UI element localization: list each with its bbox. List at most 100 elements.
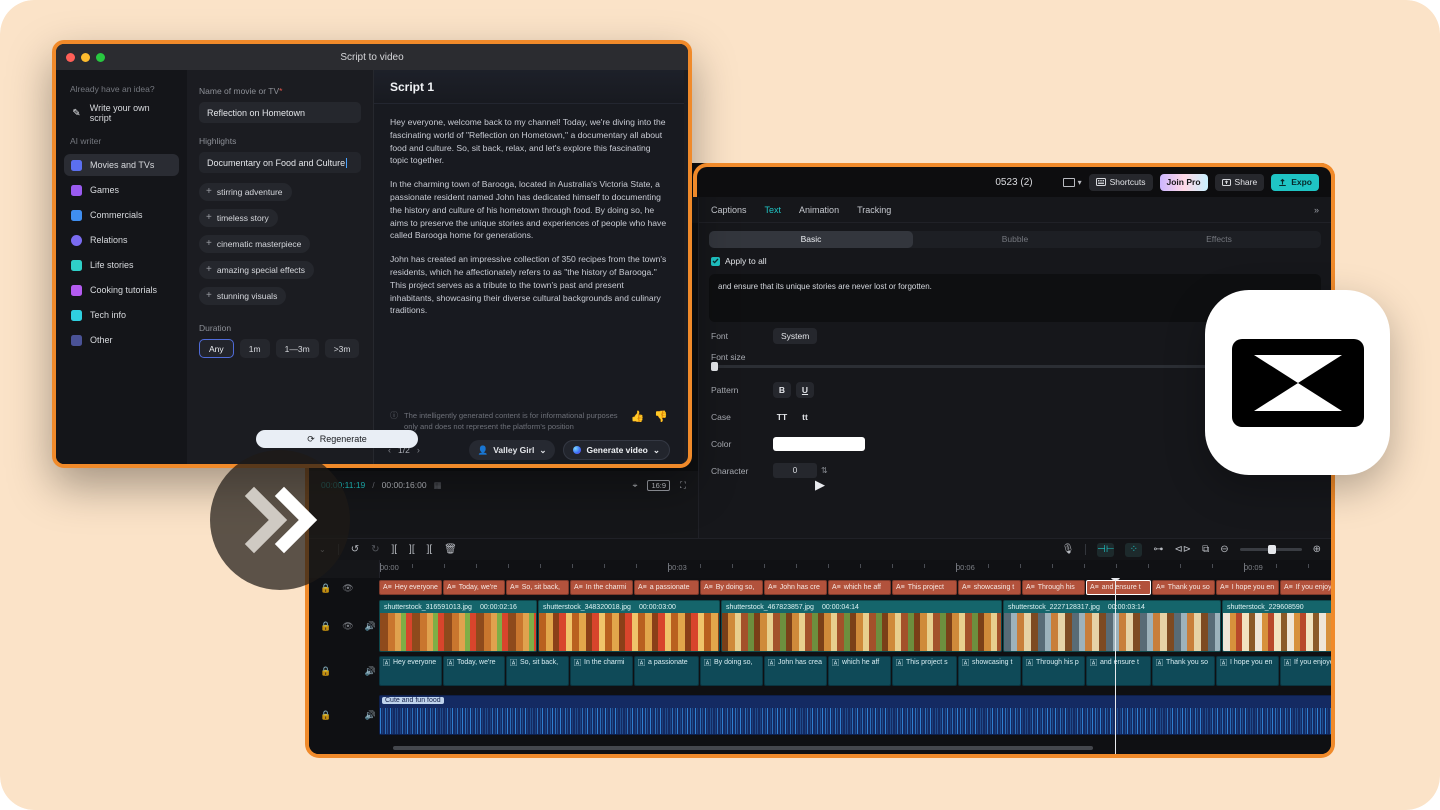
video-clip[interactable]: shutterstock_467823857.jpg00:00:04:14 bbox=[721, 600, 1002, 652]
caption-clip[interactable]: 🄰This project s bbox=[892, 656, 957, 686]
lock-icon[interactable]: 🔒 bbox=[320, 666, 331, 677]
minimize-button[interactable] bbox=[81, 53, 90, 62]
shortcuts-button[interactable]: Shortcuts bbox=[1089, 174, 1153, 191]
apply-to-all-row[interactable]: Apply to all bbox=[699, 248, 1331, 266]
trim-right-icon[interactable]: ][ bbox=[427, 544, 433, 555]
caption-clip[interactable]: 🄰In the charmi bbox=[570, 656, 633, 686]
link-clips-icon[interactable]: ⊶ bbox=[1153, 544, 1163, 555]
join-pro-button[interactable]: Join Pro bbox=[1160, 174, 1208, 191]
video-clip[interactable]: shutterstock_348320018.jpg00:00:03:00 bbox=[538, 600, 720, 652]
text-clip[interactable]: A≡So, sit back, bbox=[506, 580, 569, 595]
sidebar-item-life-stories[interactable]: Life stories bbox=[64, 254, 179, 276]
segment-effects[interactable]: Effects bbox=[1117, 231, 1321, 248]
caption-clip[interactable]: 🄰Through his p bbox=[1022, 656, 1085, 686]
sidebar-item-tech-info[interactable]: Tech info bbox=[64, 304, 179, 326]
highlights-input[interactable]: Documentary on Food and Culture bbox=[199, 152, 361, 173]
caption-clip[interactable]: 🄰Hey everyone bbox=[379, 656, 442, 686]
next-script-icon[interactable]: › bbox=[417, 445, 420, 455]
undo-icon[interactable]: ↺ bbox=[351, 544, 359, 555]
tab-captions[interactable]: Captions bbox=[711, 205, 747, 215]
thumbs-down-icon[interactable]: 👎 bbox=[654, 410, 668, 423]
text-clip[interactable]: A≡This project bbox=[892, 580, 957, 595]
playhead[interactable] bbox=[1115, 578, 1116, 754]
suggestion-chip[interactable]: + amazing special effects bbox=[199, 261, 314, 279]
segment-bubble[interactable]: Bubble bbox=[913, 231, 1117, 248]
suggestion-chip[interactable]: + cinematic masterpiece bbox=[199, 235, 310, 253]
lock-icon[interactable]: 🔒 bbox=[320, 710, 331, 721]
text-clip[interactable]: A≡Hey everyone bbox=[379, 580, 442, 595]
traffic-lights[interactable] bbox=[66, 53, 105, 62]
frame-view-icon[interactable]: ▦ bbox=[434, 480, 443, 491]
eye-icon[interactable]: 👁 bbox=[342, 621, 353, 632]
caption-clip[interactable]: 🄰So, sit back, bbox=[506, 656, 569, 686]
caption-clip[interactable]: 🄰and ensure t bbox=[1086, 656, 1151, 686]
sidebar-item-commercials[interactable]: Commercials bbox=[64, 204, 179, 226]
redo-icon[interactable]: ↻ bbox=[371, 544, 379, 555]
text-clip[interactable]: A≡Today, we're bbox=[443, 580, 505, 595]
duration-option-1-3m[interactable]: 1—3m bbox=[276, 339, 319, 358]
zoom-slider-thumb[interactable] bbox=[1268, 545, 1276, 554]
caption-clip[interactable]: 🄰I hope you en bbox=[1216, 656, 1279, 686]
volume-icon[interactable]: 🔊 bbox=[365, 621, 376, 632]
duration-option-1m[interactable]: 1m bbox=[240, 339, 270, 358]
text-clip[interactable]: A≡Thank you so bbox=[1152, 580, 1215, 595]
sidebar-item-games[interactable]: Games bbox=[64, 179, 179, 201]
lowercase-button[interactable]: tt bbox=[796, 409, 814, 425]
export-button[interactable]: Expo bbox=[1271, 174, 1319, 191]
audio-clip[interactable]: Cute and fun food bbox=[379, 695, 1331, 735]
name-input[interactable]: Reflection on Hometown bbox=[199, 102, 361, 123]
timeline-horizontal-scrollbar[interactable] bbox=[393, 746, 1093, 750]
caption-clip[interactable]: 🄰John has crea bbox=[764, 656, 827, 686]
duration-option-any[interactable]: Any bbox=[199, 339, 234, 358]
maximize-button[interactable] bbox=[96, 53, 105, 62]
sidebar-item-movies-and-tvs[interactable]: Movies and TVs bbox=[64, 154, 179, 176]
slider-thumb[interactable] bbox=[711, 362, 718, 371]
caption-clip[interactable]: 🄰If you enjoye bbox=[1280, 656, 1331, 686]
lock-icon[interactable]: 🔒 bbox=[320, 621, 331, 632]
caption-track[interactable]: 🄰Hey everyone 🄰Today, we're 🄰So, sit bac… bbox=[379, 656, 1331, 686]
mirror-icon[interactable]: ⊲⊳ bbox=[1174, 544, 1191, 555]
character-spacing-input[interactable]: 0 bbox=[773, 463, 817, 478]
caption-clip[interactable]: 🄰a passionate bbox=[634, 656, 699, 686]
apply-to-all-checkbox[interactable] bbox=[711, 257, 720, 266]
trim-left-icon[interactable]: ][ bbox=[409, 544, 415, 555]
caption-clip[interactable]: 🄰Today, we're bbox=[443, 656, 505, 686]
audio-track[interactable]: Cute and fun food bbox=[379, 695, 1331, 735]
sidebar-item-cooking-tutorials[interactable]: Cooking tutorials bbox=[64, 279, 179, 301]
record-voiceover-icon[interactable]: 🎙 bbox=[1062, 544, 1075, 555]
text-clip[interactable]: A≡which he aff bbox=[828, 580, 891, 595]
timeline-ruler[interactable]: 00:00 00:03 00:06 00:09 00:12 bbox=[379, 560, 1331, 578]
lock-icon[interactable]: 🔒 bbox=[320, 583, 331, 594]
bold-button[interactable]: B bbox=[773, 382, 791, 398]
volume-icon[interactable]: 🔊 bbox=[365, 666, 376, 677]
video-clip[interactable]: shutterstock_2227128317.jpg00:00:03:14 bbox=[1003, 600, 1221, 652]
zoom-fit-icon[interactable]: ⌖ bbox=[633, 480, 638, 491]
text-clip[interactable]: A≡a passionate bbox=[634, 580, 699, 595]
zoom-out-icon[interactable]: ⊖ bbox=[1220, 544, 1228, 555]
zoom-slider[interactable] bbox=[1240, 548, 1302, 551]
volume-icon[interactable]: 🔊 bbox=[365, 710, 376, 721]
underline-button[interactable]: U bbox=[796, 382, 814, 398]
text-clip[interactable]: A≡John has cre bbox=[764, 580, 827, 595]
suggestion-chip[interactable]: + stirring adventure bbox=[199, 183, 292, 201]
text-clip[interactable]: A≡In the charmi bbox=[570, 580, 633, 595]
sidebar-item-write-own-script[interactable]: ✎ Write your own script bbox=[64, 102, 179, 124]
text-clip[interactable]: A≡I hope you en bbox=[1216, 580, 1279, 595]
sidebar-item-relations[interactable]: Relations bbox=[64, 229, 179, 251]
text-clip[interactable]: A≡By doing so, bbox=[700, 580, 763, 595]
script-body[interactable]: Hey everyone, welcome back to my channel… bbox=[374, 104, 684, 328]
video-clip[interactable]: shutterstock_316591013.jpg00:00:02:16 bbox=[379, 600, 537, 652]
video-clip[interactable]: shutterstock_229608590 bbox=[1222, 600, 1331, 652]
thumbs-up-icon[interactable]: 👍 bbox=[631, 410, 645, 423]
tab-text[interactable]: Text bbox=[765, 205, 782, 215]
text-clip[interactable]: A≡If you enjoye bbox=[1280, 580, 1331, 595]
caption-clip[interactable]: 🄰By doing so, bbox=[700, 656, 763, 686]
eye-icon[interactable]: 👁 bbox=[342, 583, 353, 594]
split-icon[interactable]: ][ bbox=[391, 544, 397, 555]
fullscreen-icon[interactable]: ⛶ bbox=[680, 480, 686, 491]
suggestion-chip[interactable]: + timeless story bbox=[199, 209, 278, 227]
text-track[interactable]: A≡Hey everyone A≡Today, we're A≡So, sit … bbox=[379, 580, 1331, 596]
play-button[interactable]: ▶ bbox=[815, 477, 825, 493]
text-clip[interactable]: A≡showcasing t bbox=[958, 580, 1021, 595]
segment-basic[interactable]: Basic bbox=[709, 231, 913, 248]
